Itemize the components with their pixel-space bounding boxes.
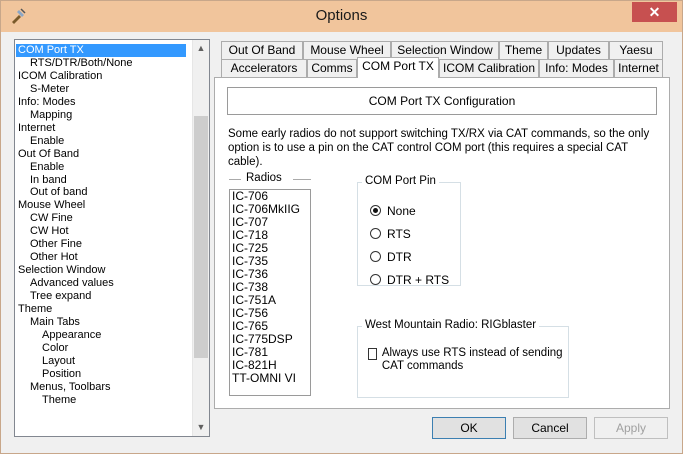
tree-item[interactable]: Selection Window	[16, 264, 107, 277]
apply-button: Apply	[594, 417, 668, 439]
tree-item[interactable]: Color	[40, 342, 70, 355]
panel-description: Some early radios do not support switchi…	[228, 128, 650, 168]
tree-item[interactable]: Mouse Wheel	[16, 199, 87, 212]
radio-rts[interactable]: RTS	[370, 226, 411, 242]
tree-item[interactable]: Out of band	[28, 186, 90, 199]
tree-item[interactable]: CW Hot	[28, 225, 71, 238]
scroll-down-arrow-icon[interactable]: ▼	[193, 419, 209, 436]
com-port-pin-title: COM Port Pin	[362, 175, 439, 187]
radio-model-item[interactable]: TT-OMNI VI	[230, 372, 310, 385]
tree-item[interactable]: Appearance	[40, 329, 103, 342]
tree-item[interactable]: Theme	[40, 394, 78, 407]
tree-item[interactable]: CW Fine	[28, 212, 75, 225]
tree-item[interactable]: RTS/DTR/Both/None	[28, 57, 135, 70]
tab-info-modes[interactable]: Info: Modes	[539, 59, 614, 78]
tree-item[interactable]: Out Of Band	[16, 148, 81, 161]
radio-dtr[interactable]: DTR	[370, 249, 412, 265]
radio-selected-icon[interactable]	[370, 205, 381, 216]
cancel-button[interactable]: Cancel	[513, 417, 587, 439]
tree-item[interactable]: COM Port TX	[16, 44, 186, 57]
tree-item[interactable]: Position	[40, 368, 83, 381]
tab-icom-calibration[interactable]: ICOM Calibration	[439, 59, 539, 78]
tree-item[interactable]: Info: Modes	[16, 96, 77, 109]
radio-dtr-rts[interactable]: DTR + RTS	[370, 272, 449, 288]
rigblaster-title: West Mountain Radio: RIGblaster	[362, 319, 540, 331]
tab-com-port-tx[interactable]: COM Port TX	[357, 57, 439, 78]
tree-item[interactable]: S-Meter	[28, 83, 71, 96]
tree-item[interactable]: In band	[28, 174, 69, 187]
tree-item[interactable]: Main Tabs	[28, 316, 82, 329]
options-window: Options ✕ COM Port TX RTS/DTR/Both/None IC…	[0, 0, 683, 454]
always-use-rts-checkbox[interactable]: Always use RTS instead of sending CAT co…	[368, 347, 564, 373]
tree-item[interactable]: Advanced values	[28, 277, 116, 290]
scroll-thumb[interactable]	[194, 116, 208, 358]
dialog-client: COM Port TX RTS/DTR/Both/None ICOM Calibra…	[8, 32, 676, 448]
always-use-rts-label: Always use RTS instead of sending CAT co…	[381, 347, 563, 372]
window-title: Options	[315, 7, 368, 24]
rigblaster-group: West Mountain Radio: RIGblaster Always u…	[357, 319, 569, 398]
tree-scrollbar[interactable]: ▲ ▼	[192, 40, 209, 436]
radios-label-rule-left	[229, 179, 241, 180]
tree-item[interactable]: Mapping	[28, 109, 74, 122]
tree-item[interactable]: Layout	[40, 355, 77, 368]
radio-rts-label: RTS	[387, 227, 411, 241]
com-port-pin-group: COM Port Pin None RTS DTR DTR + RTS	[357, 175, 461, 288]
tree-item[interactable]: Enable	[28, 161, 66, 174]
radios-label-rule-right	[293, 179, 311, 180]
tab-updates[interactable]: Updates	[548, 41, 609, 60]
tab-theme[interactable]: Theme	[499, 41, 548, 60]
tab-out-of-band[interactable]: Out Of Band	[221, 41, 303, 60]
tab-internet[interactable]: Internet	[614, 59, 663, 78]
title-bar[interactable]: Options ✕	[1, 1, 682, 32]
tree-item[interactable]: Other Hot	[28, 251, 80, 264]
tab-accelerators[interactable]: Accelerators	[221, 59, 307, 78]
radios-label: Radios	[243, 172, 285, 184]
radio-none[interactable]: None	[370, 203, 416, 219]
tree-item[interactable]: Enable	[28, 135, 66, 148]
radio-dtr-rts-label: DTR + RTS	[387, 273, 450, 287]
tree-item[interactable]: Menus, Toolbars	[28, 381, 113, 394]
radio-empty-icon[interactable]	[370, 274, 381, 285]
tree-item[interactable]: Tree expand	[28, 290, 93, 303]
radio-empty-icon[interactable]	[370, 251, 381, 262]
radio-none-label: None	[387, 204, 416, 218]
tree-item[interactable]: Internet	[16, 122, 57, 135]
tree-item[interactable]: Other Fine	[28, 238, 84, 251]
tab-comms[interactable]: Comms	[307, 59, 357, 78]
scroll-up-arrow-icon[interactable]: ▲	[193, 40, 209, 57]
options-tree[interactable]: COM Port TX RTS/DTR/Both/None ICOM Calibra…	[14, 39, 210, 437]
radio-empty-icon[interactable]	[370, 228, 381, 239]
tab-yaesu[interactable]: Yaesu	[609, 41, 663, 60]
ok-button[interactable]: OK	[432, 417, 506, 439]
radios-list[interactable]: IC-706 IC-706MkIIG IC-707 IC-718 IC-725 IC-73…	[229, 189, 311, 396]
close-button[interactable]: ✕	[632, 2, 677, 22]
panel-header: COM Port TX Configuration	[227, 87, 657, 115]
checkbox-icon[interactable]	[368, 348, 377, 360]
com-port-tx-panel: COM Port TX Configuration Some early rad…	[214, 77, 670, 409]
tree-item[interactable]: Theme	[16, 303, 54, 316]
tree-item[interactable]: ICOM Calibration	[16, 70, 104, 83]
radio-dtr-label: DTR	[387, 250, 412, 264]
